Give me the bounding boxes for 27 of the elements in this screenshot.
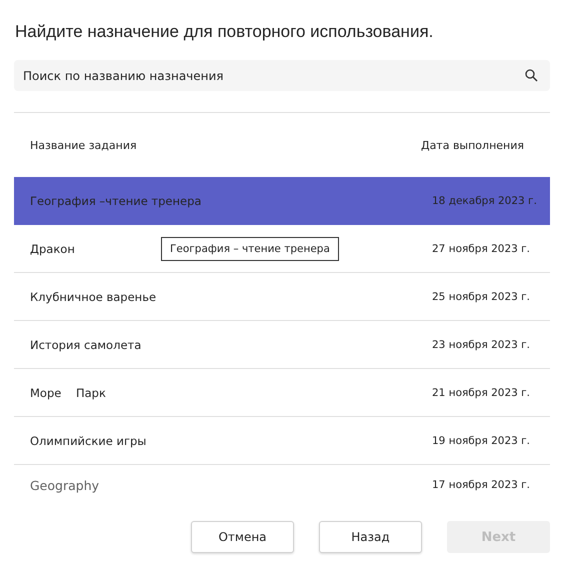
due-date: 17 ноября 2023 г. — [432, 479, 532, 491]
table-row[interactable]: Олимпийские игры 19 ноября 2023 г. — [14, 417, 550, 465]
assignment-name: Море Парк — [30, 386, 106, 400]
dialog-button[interactable]: Назад — [319, 521, 422, 553]
column-header[interactable]: Дата выполнения — [420, 138, 524, 152]
table-row[interactable]: Geography 17 ноября 2023 г. — [14, 465, 550, 505]
due-date: 23 ноября 2023 г. — [432, 338, 532, 350]
assignment-name: Geography — [30, 478, 100, 492]
due-date: 27 ноября 2023 г. — [432, 242, 532, 254]
dialog-title: Найдите назначение для повторного использования. — [14, 21, 434, 43]
assignment-name: Олимпийские игры — [30, 434, 146, 448]
assignment-name: Дракон — [30, 242, 75, 256]
table-row[interactable]: Море Парк 21 ноября 2023 г. — [14, 369, 550, 417]
column-header[interactable]: Название задания — [30, 138, 137, 152]
search-field[interactable]: Поиск по названию назначения — [14, 60, 550, 91]
due-date: 21 ноября 2023 г. — [432, 386, 532, 398]
assignment-name: Клубничное варенье — [30, 290, 156, 304]
dialog-button[interactable]: Отмена — [191, 521, 294, 553]
due-date: 19 ноября 2023 г. — [432, 434, 532, 446]
table-row[interactable]: История самолета 23 ноября 2023 г. — [14, 321, 550, 369]
due-date: 18 декабря 2023 г. — [432, 194, 538, 206]
assignment-name: География –чтение тренера — [30, 194, 202, 208]
table-row[interactable]: Клубничное варенье 25 ноября 2023 г. — [14, 273, 550, 321]
search-icon[interactable] — [525, 69, 538, 82]
tooltip: География – чтение тренера — [161, 237, 339, 261]
due-date: 25 ноября 2023 г. — [432, 290, 532, 302]
assignment-name: История самолета — [30, 338, 142, 352]
